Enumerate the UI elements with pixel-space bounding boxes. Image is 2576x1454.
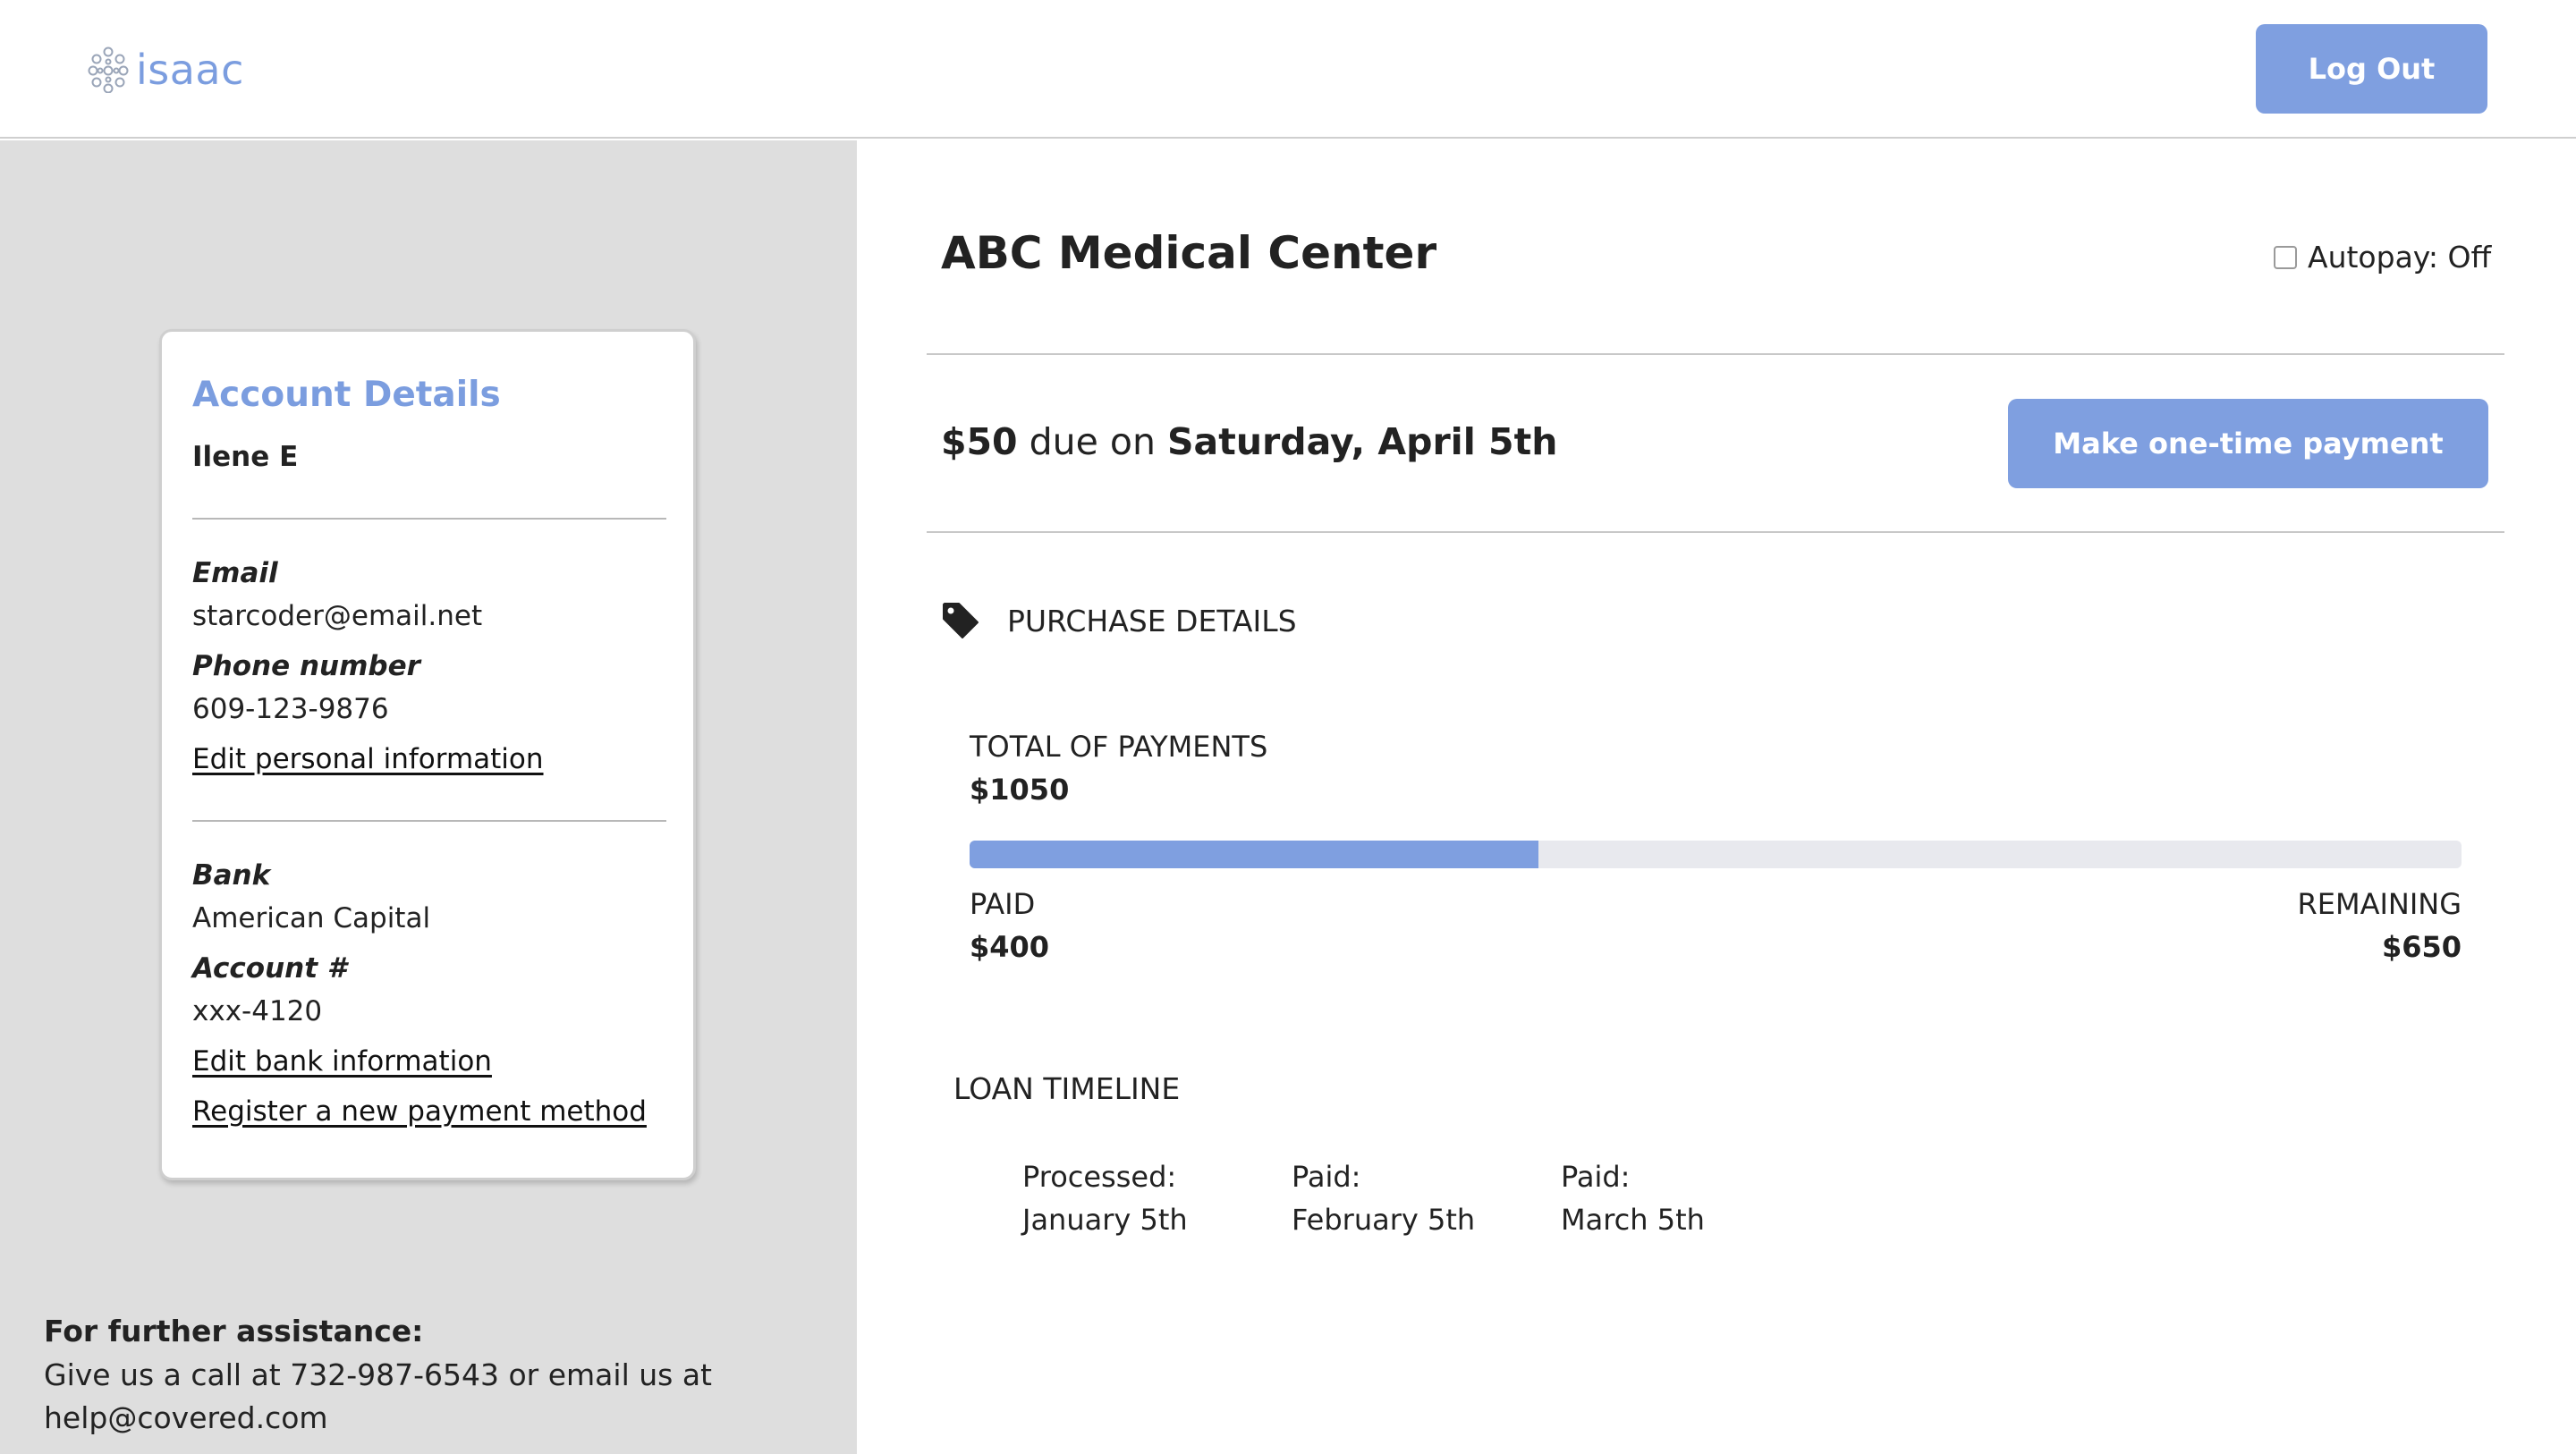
merchant-title: ABC Medical Center — [941, 227, 1437, 279]
timeline-date: February 5th — [1292, 1203, 1476, 1237]
divider — [927, 531, 2504, 533]
phone-label: Phone number — [192, 650, 420, 682]
account-number-label: Account # — [192, 952, 347, 985]
edit-bank-info-link[interactable]: Edit bank information — [192, 1045, 492, 1078]
isaac-logo[interactable]: isaac — [88, 43, 244, 97]
divider — [192, 820, 666, 822]
timeline-item: Processed: January 5th — [1022, 1155, 1188, 1241]
bank-label: Bank — [192, 859, 271, 892]
assistance-line-2: help@covered.com — [44, 1400, 328, 1435]
logo-text: isaac — [136, 46, 244, 94]
remaining-label: REMAINING — [2297, 887, 2462, 921]
assistance-line-1: Give us a call at 732-987-6543 or email … — [44, 1357, 712, 1392]
autopay-toggle[interactable]: Autopay: Off — [2274, 240, 2491, 275]
edit-personal-info-link[interactable]: Edit personal information — [192, 743, 544, 775]
due-date: Saturday, April 5th — [1167, 420, 1558, 463]
total-payments-value: $1050 — [970, 773, 1070, 807]
timeline-date: March 5th — [1561, 1203, 1705, 1237]
remaining-value: $650 — [2381, 930, 2462, 964]
bank-value: American Capital — [192, 902, 431, 934]
account-holder-name: Ilene E — [192, 441, 299, 473]
due-text: due on — [1029, 420, 1156, 463]
autopay-label: Autopay: Off — [2308, 240, 2492, 275]
email-label: Email — [192, 557, 278, 589]
purchase-details-label: PURCHASE DETAILS — [1007, 603, 1297, 638]
top-header: isaac Log Out — [0, 0, 2576, 139]
phone-value: 609-123-9876 — [192, 693, 389, 725]
make-one-time-payment-button[interactable]: Make one-time payment — [2008, 399, 2488, 488]
autopay-checkbox[interactable] — [2274, 245, 2297, 269]
loan-timeline-label: LOAN TIMELINE — [953, 1071, 1181, 1106]
price-tag-icon — [943, 603, 979, 638]
timeline-item: Paid: February 5th — [1292, 1155, 1475, 1241]
due-amount: $50 — [941, 420, 1018, 463]
payment-progress-fill — [970, 841, 1538, 868]
total-payments-label: TOTAL OF PAYMENTS — [970, 730, 1268, 764]
payment-progress-bar — [970, 841, 2462, 868]
divider — [192, 518, 666, 520]
timeline-status: Processed: — [1022, 1160, 1177, 1194]
account-details-title: Account Details — [192, 375, 501, 415]
account-number-value: xxx-4120 — [192, 995, 323, 1027]
timeline-date: January 5th — [1022, 1203, 1188, 1237]
paid-label: PAID — [970, 887, 1036, 921]
account-details-card: Account Details Ilene E Email starcoder@… — [159, 329, 696, 1180]
timeline-status: Paid: — [1292, 1160, 1361, 1194]
assistance-title: For further assistance: — [44, 1314, 424, 1348]
paid-value: $400 — [970, 930, 1050, 964]
purchase-details-heading: PURCHASE DETAILS — [941, 601, 1297, 640]
timeline-item: Paid: March 5th — [1561, 1155, 1705, 1241]
timeline-status: Paid: — [1561, 1160, 1631, 1194]
divider — [927, 353, 2504, 355]
assistance-text: Give us a call at 732-987-6543 or email … — [44, 1354, 813, 1440]
logout-button[interactable]: Log Out — [2256, 24, 2487, 114]
register-payment-method-link[interactable]: Register a new payment method — [192, 1095, 647, 1128]
main-panel — [857, 140, 2576, 1454]
due-summary: $50 due on Saturday, April 5th — [941, 420, 1557, 463]
email-value: starcoder@email.net — [192, 600, 483, 632]
logo-dots-icon — [88, 46, 129, 93]
